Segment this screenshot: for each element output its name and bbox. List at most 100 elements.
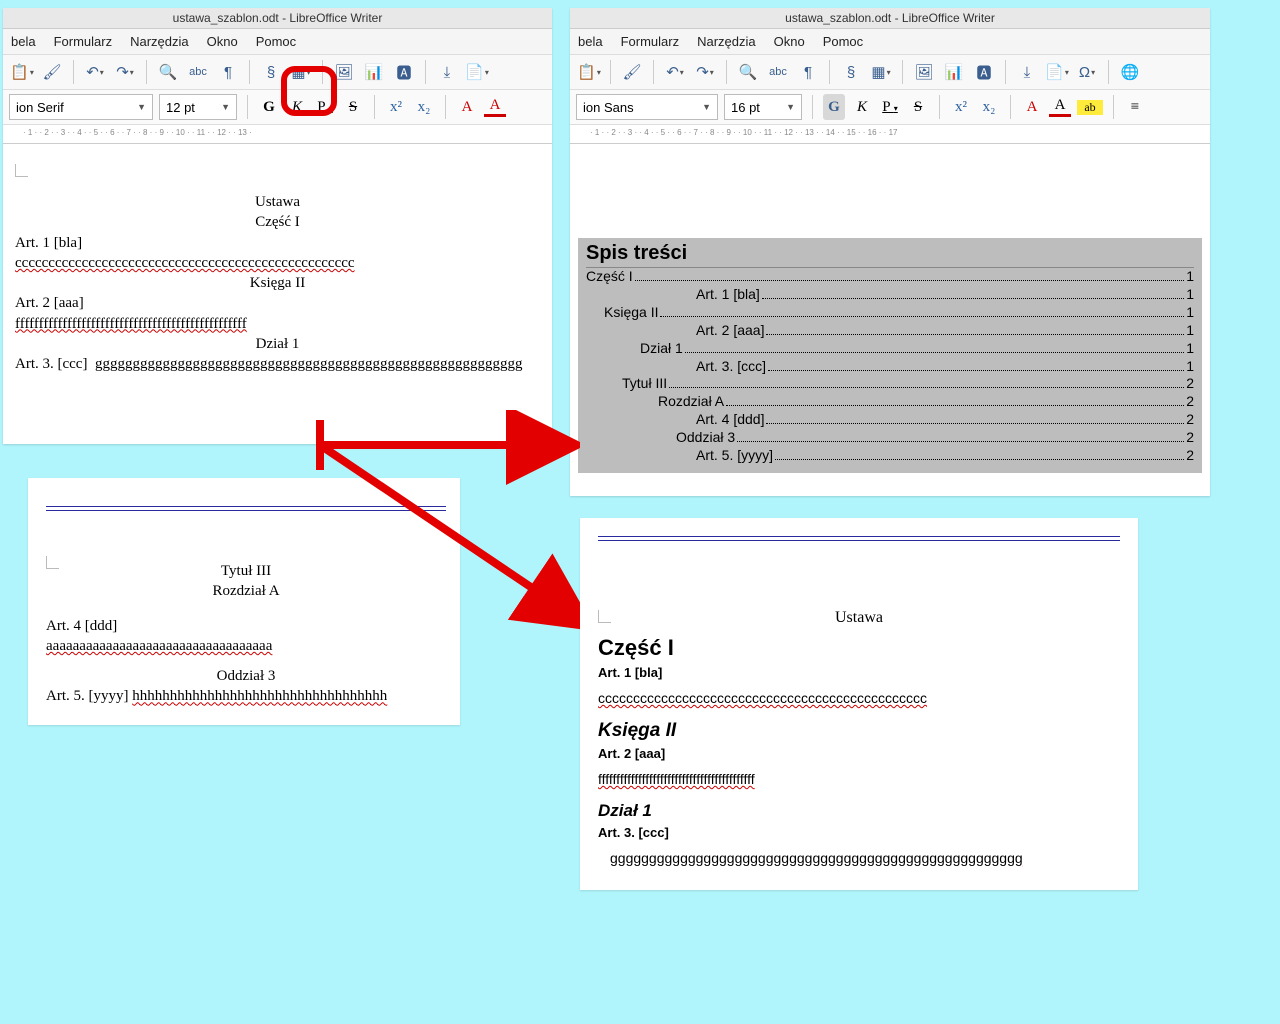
frag-aaa: aaaaaaaaaaaaaaaaaaaaaaaaaaaaaaaaaa — [46, 636, 446, 656]
doc2-ksiega: Księga II — [598, 720, 1120, 742]
para-icon-2[interactable]: § — [838, 59, 864, 85]
strike-button-2[interactable]: S — [907, 99, 929, 116]
strike-button[interactable]: S — [342, 99, 364, 116]
menu-tabela[interactable]: bela — [11, 34, 36, 49]
paste-icon[interactable]: 📋 — [9, 59, 35, 85]
table-icon-2[interactable]: ▦ — [868, 59, 894, 85]
spellcheck-icon[interactable]: abc — [185, 59, 211, 85]
font-name-value: ion Serif — [16, 100, 64, 115]
chart-icon-2[interactable]: 📊 — [941, 59, 967, 85]
redo-icon-2[interactable]: ↷ — [692, 59, 718, 85]
menu-pomoc[interactable]: Pomoc — [256, 34, 296, 49]
page-break-icon[interactable]: ⤓ — [434, 59, 460, 85]
insert-table-icon[interactable]: ▦ — [288, 59, 314, 85]
paste-icon-2[interactable]: 📋 — [576, 59, 602, 85]
superscript-button[interactable]: x² — [385, 99, 407, 116]
document-page-2[interactable]: Spis treści Część I1Art. 1 [bla]1Księga … — [570, 144, 1210, 496]
format-toolbar: ion Serif▼ 12 pt▼ G K P ▾ S x² x₂ A A — [3, 90, 552, 125]
menubar: bela Formularz Narzędzia Okno Pomoc — [3, 29, 552, 54]
underline-button[interactable]: P ▾ — [314, 99, 336, 116]
align-button[interactable]: ≡ — [1124, 99, 1146, 116]
doc2-art1: Art. 1 [bla] — [598, 665, 1120, 680]
header-rule-2 — [598, 536, 1120, 541]
frag-tytul: Tytuł III — [46, 561, 446, 581]
textbox-icon-2[interactable]: 🅰 — [971, 59, 997, 85]
insert-field-icon[interactable]: 📄 — [464, 59, 490, 85]
toc-entry: Art. 3. [ccc]1 — [586, 358, 1194, 376]
font-color-button-2[interactable]: A — [1049, 97, 1071, 117]
doc-art2: Art. 2 [aaa] — [15, 293, 540, 313]
menu-formularz-2[interactable]: Formularz — [621, 34, 680, 49]
insert-image-icon[interactable]: 🖼 — [331, 59, 357, 85]
document-fragment: Tytuł III Rozdział A Art. 4 [ddd] aaaaaa… — [28, 478, 460, 725]
toc-entry: Księga II1 — [586, 304, 1194, 322]
italic-button[interactable]: K — [286, 99, 308, 116]
subscript-button[interactable]: x₂ — [413, 99, 435, 116]
window-title: ustawa_szablon.odt - LibreOffice Writer — [3, 8, 552, 29]
field-icon-2[interactable]: 📄 — [1044, 59, 1070, 85]
menu-narzedzia-2[interactable]: Narzędzia — [697, 34, 756, 49]
omega-icon[interactable]: Ω — [1074, 59, 1100, 85]
ruler: · 1 · · 2 · · 3 · · 4 · · 5 · · 6 · · 7 … — [3, 125, 552, 144]
doc-art3-row: Art. 3. [ccc] gggggggggggggggggggggggggg… — [15, 354, 540, 374]
toc-entry: Art. 2 [aaa]1 — [586, 322, 1194, 340]
main-toolbar: 📋 🖌 ↶ ↷ 🔍 abc ¶ § ▦ 🖼 📊 🅰 ⤓ 📄 — [3, 54, 552, 90]
font-size-combo-2[interactable]: 16 pt▼ — [724, 94, 802, 120]
font-name-combo-2[interactable]: ion Sans▼ — [576, 94, 718, 120]
toc-entry: Oddział 32 — [586, 429, 1194, 447]
insert-textbox-icon[interactable]: 🅰 — [391, 59, 417, 85]
frag-art5-row: Art. 5. [yyyy] hhhhhhhhhhhhhhhhhhhhhhhhh… — [46, 686, 446, 706]
undo-icon-2[interactable]: ↶ — [662, 59, 688, 85]
insert-chart-icon[interactable]: 📊 — [361, 59, 387, 85]
frag-rozdzial: Rozdział A — [46, 581, 446, 601]
formatted-document: Ustawa Część I Art. 1 [bla] cccccccccccc… — [580, 518, 1138, 890]
doc2-art2: Art. 2 [aaa] — [598, 746, 1120, 761]
toc-entry: Art. 4 [ddd]2 — [586, 411, 1194, 429]
pilcrow-icon[interactable]: ¶ — [215, 59, 241, 85]
italic-button-2[interactable]: K — [851, 99, 873, 116]
paragraph-numbering-icon[interactable]: § — [258, 59, 284, 85]
brush-icon-2[interactable]: 🖌 — [619, 59, 645, 85]
font-color-button[interactable]: A — [484, 97, 506, 117]
menu-narzedzia[interactable]: Narzędzia — [130, 34, 189, 49]
menu-okno[interactable]: Okno — [207, 34, 238, 49]
bold-button[interactable]: G — [258, 99, 280, 116]
globe-icon[interactable]: 🌐 — [1117, 59, 1143, 85]
sub-button-2[interactable]: x₂ — [978, 99, 1000, 116]
clear-format-button[interactable]: A — [456, 99, 478, 116]
menu-formularz[interactable]: Formularz — [54, 34, 113, 49]
find-icon-2[interactable]: 🔍 — [735, 59, 761, 85]
ruler-2: · 1 · · 2 · · 3 · · 4 · · 5 · · 6 · · 7 … — [570, 125, 1210, 144]
doc-ccc: cccccccccccccccccccccccccccccccccccccccc… — [15, 253, 540, 273]
doc-line-czesc: Część I — [15, 212, 540, 232]
toc-entry: Rozdział A2 — [586, 393, 1194, 411]
doc2-ggg: gggggggggggggggggggggggggggggggggggggggg… — [610, 850, 1120, 866]
menu-tabela-2[interactable]: bela — [578, 34, 603, 49]
undo-icon[interactable]: ↶ — [82, 59, 108, 85]
highlight-button[interactable]: ab — [1077, 100, 1103, 115]
spell-icon-2[interactable]: abc — [765, 59, 791, 85]
doc-line-ustawa: Ustawa — [15, 192, 540, 212]
bold-button-2[interactable]: G — [823, 94, 845, 120]
doc-fff: ffffffffffffffffffffffffffffffffffffffff… — [15, 314, 540, 334]
doc-dzial: Dział 1 — [15, 334, 540, 354]
font-name-combo[interactable]: ion Serif▼ — [9, 94, 153, 120]
image-icon-2[interactable]: 🖼 — [911, 59, 937, 85]
sup-button-2[interactable]: x² — [950, 99, 972, 116]
document-page[interactable]: Ustawa Część I Art. 1 [bla] cccccccccccc… — [3, 144, 552, 444]
clear-format-button-2[interactable]: A — [1021, 99, 1043, 116]
header-rule — [46, 506, 446, 511]
find-icon[interactable]: 🔍 — [155, 59, 181, 85]
pilcrow-icon-2[interactable]: ¶ — [795, 59, 821, 85]
font-size-combo[interactable]: 12 pt▼ — [159, 94, 237, 120]
doc-ksiega: Księga II — [15, 273, 540, 293]
menu-okno-2[interactable]: Okno — [774, 34, 805, 49]
toc-entry: Art. 5. [yyyy]2 — [586, 447, 1194, 465]
menu-pomoc-2[interactable]: Pomoc — [823, 34, 863, 49]
redo-icon[interactable]: ↷ — [112, 59, 138, 85]
format-brush-icon[interactable]: 🖌 — [39, 59, 65, 85]
pgbrk-icon-2[interactable]: ⤓ — [1014, 59, 1040, 85]
table-of-contents: Spis treści Część I1Art. 1 [bla]1Księga … — [578, 238, 1202, 473]
underline-button-2[interactable]: P ▾ — [879, 99, 901, 116]
doc2-dzial: Dział 1 — [598, 801, 1120, 821]
